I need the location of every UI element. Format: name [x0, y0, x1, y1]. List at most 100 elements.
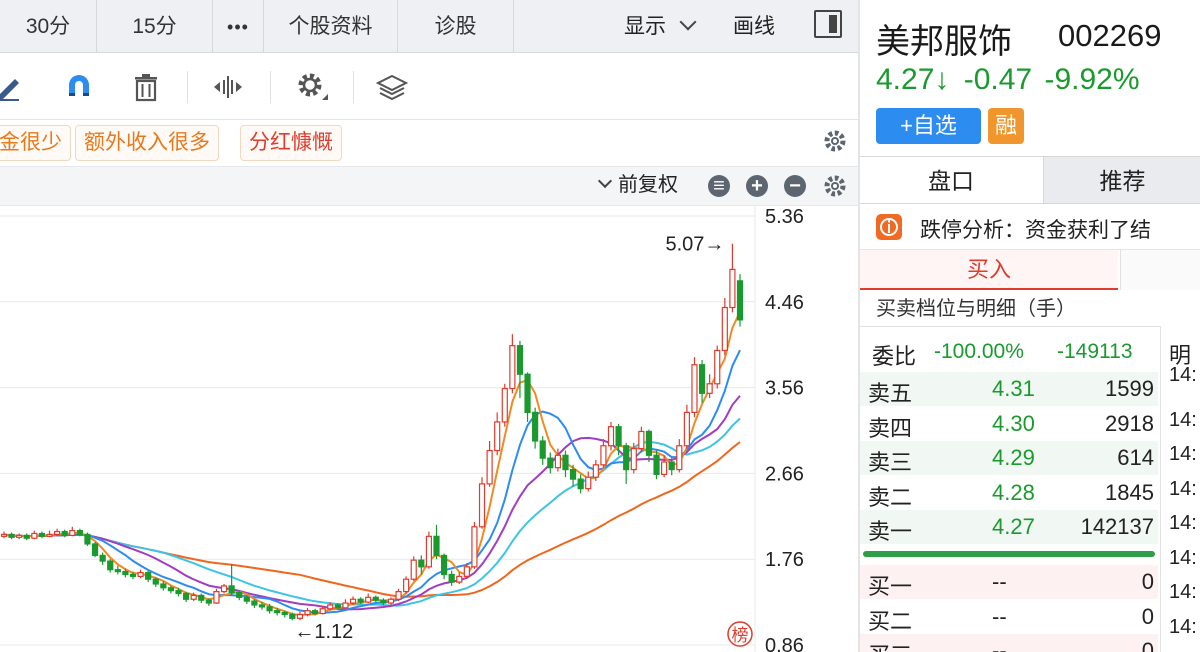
candle-body [334, 604, 341, 609]
bid-row[interactable]: 买三 -- 0 [860, 634, 1158, 652]
candle-body [183, 592, 190, 600]
y-tick-label: 4.46 [765, 292, 804, 314]
candle-body [653, 454, 660, 475]
trade-time: 14: [1169, 408, 1197, 431]
ask-price: 4.29 [992, 445, 1035, 470]
chart-settings-gear-icon[interactable] [822, 173, 848, 204]
adjust-dropdown[interactable]: 前复权 [597, 172, 678, 198]
bid-price: -- [992, 569, 1007, 594]
tab-30min[interactable]: 30分 [0, 0, 97, 52]
candle-body [486, 449, 493, 485]
kline-chart[interactable]: 5.36 4.46 3.56 2.66 1.76 0.86 5.07→ ←1.12 榜 [0, 205, 858, 652]
order-detail-title: 买卖档位与明细（手） [876, 298, 1076, 320]
tab-sell[interactable] [1120, 250, 1200, 290]
candle-body [494, 421, 501, 452]
y-tick-label: 3.56 [765, 378, 804, 400]
weibi-diff: -149113 [1057, 340, 1133, 363]
candle-body [668, 461, 675, 471]
candle-body [433, 535, 440, 556]
candle-body [38, 532, 46, 537]
zoom-out-icon[interactable]: − [784, 175, 806, 197]
candle-body [311, 610, 319, 615]
bid-row[interactable]: 买一 -- 0 [860, 565, 1158, 599]
pencil-icon[interactable] [0, 67, 30, 107]
ask-row[interactable]: 卖二 4.28 1845 [860, 475, 1158, 510]
ask-row[interactable]: 卖三 4.29 614 [860, 441, 1158, 475]
add-watchlist-button[interactable]: +自选 [876, 108, 981, 144]
candle-body [228, 585, 235, 594]
candle-body [137, 571, 144, 577]
candle-body [645, 430, 653, 456]
analysis-text: 跌停分析：资金获利了结 [920, 219, 1151, 242]
candle-body [698, 364, 706, 394]
bid-level-label: 买二 [868, 608, 913, 634]
trade-time: 14: [1169, 581, 1197, 603]
tab-diagnose[interactable]: 诊股 [398, 0, 514, 52]
candle-body [99, 554, 106, 562]
split-icon[interactable] [208, 67, 248, 107]
ask-row[interactable]: 卖一 4.27 142137 [860, 510, 1158, 544]
zoom-in-icon[interactable]: + [746, 175, 768, 197]
candle-body [91, 543, 99, 556]
candle-body [456, 575, 463, 583]
tag-extra-income[interactable]: 额外收入很多 [75, 125, 219, 161]
ask-row[interactable]: 卖四 4.30 2918 [860, 406, 1158, 441]
tag-settings-gear-icon[interactable] [822, 128, 848, 159]
tab-15min[interactable]: 15分 [97, 0, 213, 52]
candle-body [31, 532, 38, 539]
limit-down-analysis[interactable]: 跌停分析：资金获利了结 [860, 205, 1200, 250]
ma5-line [3, 311, 741, 617]
candle-body [304, 610, 311, 616]
candle-body [281, 611, 288, 616]
draw-line-button[interactable]: 画线 [733, 0, 775, 52]
candle-body [592, 464, 599, 478]
collapse-icon[interactable]: ≡ [708, 175, 730, 197]
candle-body [107, 560, 114, 571]
tab-buy[interactable]: 买入 [860, 250, 1118, 290]
ask-row[interactable]: 卖五 4.31 1599 [860, 372, 1158, 406]
candle-body [243, 596, 250, 602]
candle-body [380, 599, 387, 604]
ma10-line [3, 349, 741, 614]
magnet-icon[interactable] [59, 67, 99, 107]
layers-icon[interactable] [372, 67, 412, 107]
period-tabbar: 30分 15分 ••• 个股资料 诊股 显示 画线 [0, 0, 858, 53]
candle-body [357, 598, 364, 603]
candle-body [266, 606, 273, 612]
tab-recommend[interactable]: 推荐 [1043, 157, 1200, 203]
margin-badge[interactable]: 融 [988, 108, 1024, 144]
display-dropdown[interactable]: 显示 [624, 0, 697, 52]
panel-toggle-icon[interactable] [814, 10, 842, 38]
tag-dividend[interactable]: 分红慷慨 [240, 125, 342, 161]
candle-body [554, 454, 561, 469]
toolbar-divider [270, 71, 271, 103]
trade-time: 14: [1169, 512, 1197, 534]
candle-body [403, 578, 410, 593]
trash-icon[interactable] [126, 67, 166, 107]
weibi-label: 委比 [872, 344, 917, 369]
gear-icon[interactable] [292, 67, 332, 107]
tab-stock-profile[interactable]: 个股资料 [264, 0, 398, 52]
candle-body [418, 559, 425, 568]
candle-body [524, 373, 531, 413]
candle-body [84, 533, 91, 545]
tab-pankou[interactable]: 盘口 [860, 157, 1042, 203]
trade-time: 14: [1169, 546, 1197, 569]
candle-body [395, 591, 402, 600]
y-tick-label: 1.76 [765, 549, 804, 571]
candle-body [630, 448, 637, 471]
ask-volume: 2918 [1105, 410, 1154, 436]
candle-body [342, 602, 349, 609]
feature-tags: 金很少 额外收入很多 分红慷慨 [0, 120, 858, 166]
candle-body [319, 608, 326, 615]
tab-more[interactable]: ••• [213, 0, 264, 52]
candle-body [152, 578, 159, 585]
candle-body [129, 573, 137, 577]
chart-controls: 前复权 ≡ + − [0, 166, 858, 206]
toolbar-divider [187, 71, 188, 103]
ask-bid-ratio-bar [863, 551, 1155, 557]
info-icon [876, 214, 902, 240]
tag-funds-low[interactable]: 金很少 [0, 125, 71, 161]
bid-row[interactable]: 买二 -- 0 [860, 599, 1158, 634]
ask-price: 4.30 [992, 410, 1035, 436]
